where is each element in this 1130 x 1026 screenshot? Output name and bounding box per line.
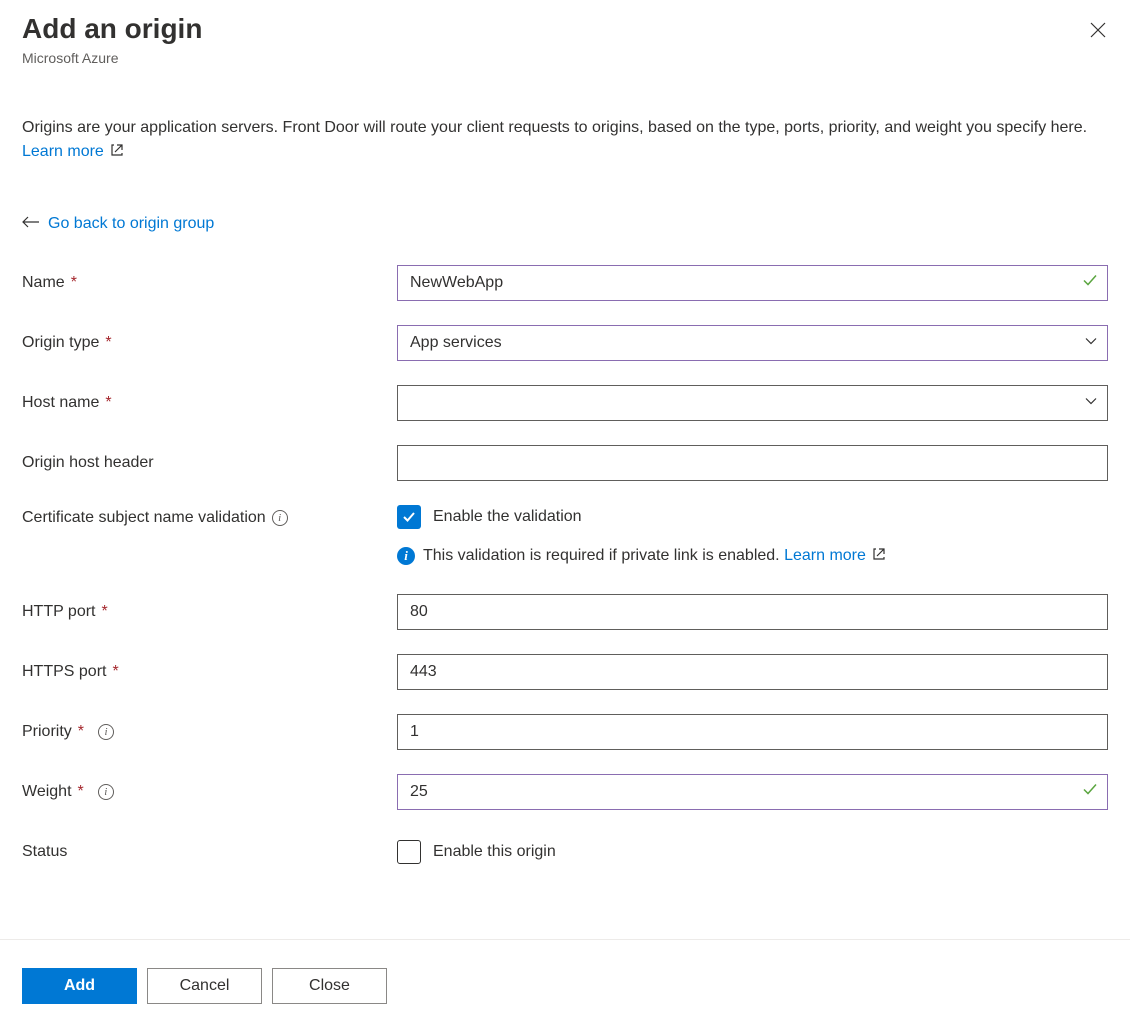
required-indicator: * xyxy=(78,783,84,801)
status-label: Status xyxy=(22,843,67,861)
close-button[interactable]: Close xyxy=(272,968,387,1004)
panel-title: Add an origin xyxy=(22,12,202,46)
http-port-label: HTTP port xyxy=(22,603,96,621)
origin-type-label: Origin type xyxy=(22,334,99,352)
add-button[interactable]: Add xyxy=(22,968,137,1004)
go-back-link[interactable]: Go back to origin group xyxy=(22,215,214,233)
panel-description: Origins are your application servers. Fr… xyxy=(22,116,1108,165)
status-checkbox-label: Enable this origin xyxy=(433,843,556,861)
info-icon[interactable]: i xyxy=(98,784,114,800)
required-indicator: * xyxy=(78,723,84,741)
info-icon[interactable]: i xyxy=(272,510,288,526)
close-icon[interactable] xyxy=(1084,16,1112,49)
external-link-icon xyxy=(110,141,124,165)
required-indicator: * xyxy=(102,603,108,621)
external-link-icon xyxy=(872,547,886,566)
cert-learn-more-link[interactable]: Learn more xyxy=(784,547,886,564)
origin-host-header-label: Origin host header xyxy=(22,454,154,472)
name-input[interactable] xyxy=(397,265,1108,301)
https-port-input[interactable] xyxy=(397,654,1108,690)
http-port-input[interactable] xyxy=(397,594,1108,630)
name-label: Name xyxy=(22,274,65,292)
cert-validation-checkbox-label: Enable the validation xyxy=(433,508,582,526)
arrow-left-icon xyxy=(22,215,40,233)
status-checkbox[interactable] xyxy=(397,840,421,864)
panel-subtitle: Microsoft Azure xyxy=(22,50,202,66)
panel-footer: Add Cancel Close xyxy=(0,939,1130,1026)
host-name-label: Host name xyxy=(22,394,99,412)
learn-more-link[interactable]: Learn more xyxy=(22,143,124,160)
cancel-button[interactable]: Cancel xyxy=(147,968,262,1004)
info-filled-icon: i xyxy=(397,547,415,565)
origin-host-header-input[interactable] xyxy=(397,445,1108,481)
priority-label: Priority xyxy=(22,723,72,741)
info-icon[interactable]: i xyxy=(98,724,114,740)
weight-label: Weight xyxy=(22,783,72,801)
required-indicator: * xyxy=(105,394,111,412)
host-name-select[interactable] xyxy=(397,385,1108,421)
required-indicator: * xyxy=(112,663,118,681)
https-port-label: HTTPS port xyxy=(22,663,106,681)
required-indicator: * xyxy=(105,334,111,352)
weight-input[interactable] xyxy=(397,774,1108,810)
priority-input[interactable] xyxy=(397,714,1108,750)
required-indicator: * xyxy=(71,274,77,292)
cert-validation-label: Certificate subject name validation xyxy=(22,509,266,527)
cert-validation-checkbox[interactable] xyxy=(397,505,421,529)
cert-validation-info: i This validation is required if private… xyxy=(397,547,1108,566)
origin-type-select[interactable]: App services xyxy=(397,325,1108,361)
